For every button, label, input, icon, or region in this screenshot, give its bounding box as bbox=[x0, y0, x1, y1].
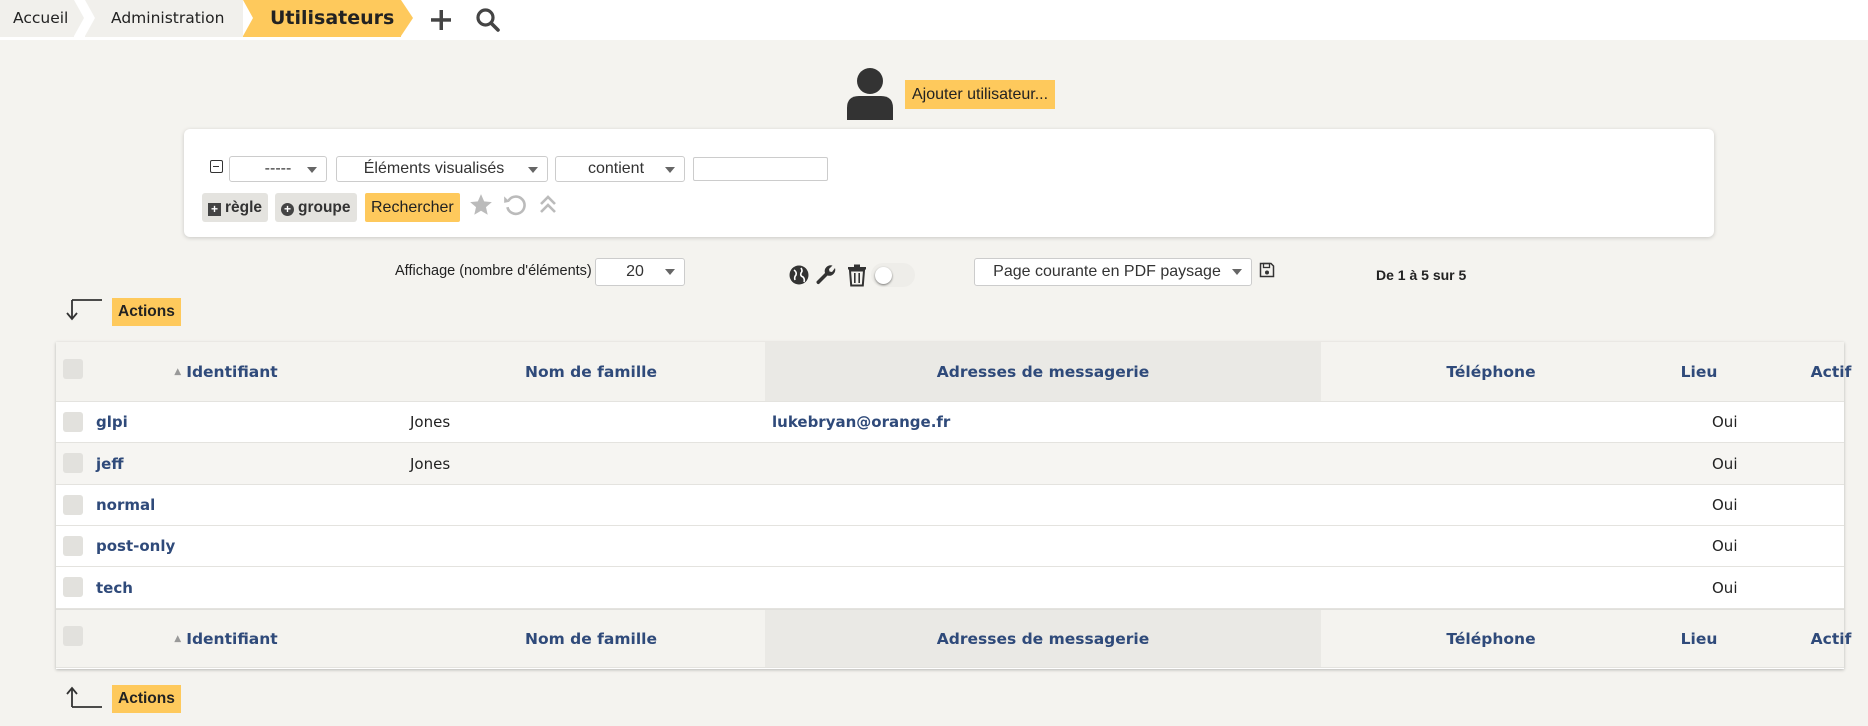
footer-header-email[interactable]: Adresses de messagerie bbox=[765, 610, 1321, 667]
row-checkbox[interactable] bbox=[63, 495, 83, 515]
globe-icon[interactable] bbox=[788, 264, 810, 286]
select-all-checkbox[interactable] bbox=[63, 359, 83, 379]
cell-active: Oui bbox=[1712, 454, 1738, 473]
cell-active: Oui bbox=[1712, 413, 1738, 431]
search-value-input[interactable] bbox=[693, 157, 828, 181]
footer-header-email-label: Adresses de messagerie bbox=[936, 629, 1150, 648]
column-header-lastname[interactable]: Nom de famille bbox=[466, 342, 716, 401]
cell-active: Oui bbox=[1712, 537, 1738, 555]
field-select[interactable]: ----- bbox=[229, 156, 327, 182]
save-icon[interactable] bbox=[1259, 262, 1275, 278]
column-header-phone-label: Téléphone bbox=[1446, 362, 1536, 381]
column-header-active[interactable]: Actif bbox=[1746, 342, 1868, 401]
footer-header-login-label: Identifiant bbox=[186, 629, 278, 648]
display-count-value: 20 bbox=[626, 263, 644, 280]
column-header-lastname-label: Nom de famille bbox=[525, 362, 657, 381]
row-checkbox[interactable] bbox=[63, 536, 83, 556]
breadcrumb: Accueil Administration Utilisateurs bbox=[0, 0, 1868, 40]
column-header-login-label: Identifiant bbox=[186, 362, 278, 381]
breadcrumb-home[interactable]: Accueil bbox=[0, 0, 84, 37]
pagination-info: De 1 à 5 sur 5 bbox=[1376, 267, 1467, 283]
column-header-email[interactable]: Adresses de messagerie bbox=[765, 342, 1321, 401]
table-row: normal Oui bbox=[56, 485, 1844, 526]
breadcrumb-home-label: Accueil bbox=[13, 9, 69, 27]
search-icon[interactable] bbox=[474, 6, 502, 34]
breadcrumb-users[interactable]: Utilisateurs bbox=[243, 0, 413, 37]
footer-header-location-label: Lieu bbox=[1680, 629, 1718, 648]
table-row: jeff Jones Oui bbox=[56, 443, 1844, 485]
item-select[interactable]: Éléments visualisés bbox=[336, 156, 548, 182]
add-rule-button[interactable]: + règle bbox=[202, 193, 269, 222]
cell-active: Oui bbox=[1712, 578, 1738, 597]
double-chevron-up-icon[interactable] bbox=[538, 193, 558, 217]
breadcrumb-administration[interactable]: Administration bbox=[85, 0, 253, 37]
wrench-icon[interactable] bbox=[814, 263, 838, 287]
column-header-email-label: Adresses de messagerie bbox=[936, 362, 1150, 381]
footer-header-phone[interactable]: Téléphone bbox=[1321, 610, 1661, 667]
footer-header-login[interactable]: ▲ Identifiant bbox=[106, 610, 346, 667]
display-count-label: Affichage (nombre d'éléments) bbox=[395, 263, 592, 279]
star-icon[interactable] bbox=[468, 192, 494, 218]
trash-icon[interactable] bbox=[846, 263, 868, 287]
table-header: ▲ Identifiant Nom de famille Adresses de … bbox=[56, 342, 1851, 402]
cell-login[interactable]: glpi bbox=[96, 413, 128, 431]
row-checkbox[interactable] bbox=[63, 453, 83, 473]
cell-login[interactable]: tech bbox=[96, 579, 133, 597]
row-checkbox[interactable] bbox=[63, 577, 83, 597]
table-row: glpi Jones lukebryan@orange.fr Oui bbox=[56, 402, 1844, 443]
arrow-down-left-icon bbox=[66, 299, 102, 321]
operator-select[interactable]: contient bbox=[555, 156, 685, 182]
cell-login[interactable]: jeff bbox=[96, 455, 123, 473]
footer-header-lastname-label: Nom de famille bbox=[525, 629, 657, 648]
footer-header-phone-label: Téléphone bbox=[1446, 629, 1536, 648]
arrow-up-left-icon bbox=[66, 686, 102, 708]
table-row: tech Oui bbox=[56, 567, 1844, 609]
plus-icon[interactable] bbox=[427, 6, 455, 34]
column-header-phone[interactable]: Téléphone bbox=[1321, 342, 1661, 401]
actions-button-bottom[interactable]: Actions bbox=[112, 685, 181, 713]
add-group-label: groupe bbox=[298, 199, 351, 216]
add-user-button[interactable]: Ajouter utilisateur... bbox=[905, 80, 1056, 109]
sort-asc-icon: ▲ bbox=[174, 366, 182, 377]
cell-active: Oui bbox=[1712, 496, 1738, 514]
search-button[interactable]: Rechercher bbox=[365, 193, 460, 222]
add-rule-label: règle bbox=[225, 199, 263, 216]
cell-login[interactable]: normal bbox=[96, 496, 155, 514]
display-count-select[interactable]: 20 bbox=[595, 258, 685, 286]
actions-button-top[interactable]: Actions bbox=[112, 298, 181, 326]
column-header-login[interactable]: ▲ Identifiant bbox=[106, 342, 346, 401]
cell-email[interactable]: lukebryan@orange.fr bbox=[772, 413, 950, 431]
plus-square-icon: + bbox=[208, 203, 221, 216]
export-format-value: Page courante en PDF paysage bbox=[993, 263, 1221, 280]
users-table: ▲ Identifiant Nom de famille Adresses de … bbox=[56, 342, 1851, 669]
cell-lastname: Jones bbox=[410, 454, 451, 473]
select-all-checkbox-footer[interactable] bbox=[63, 626, 83, 646]
remove-criterion-icon[interactable] bbox=[210, 160, 223, 173]
row-checkbox[interactable] bbox=[63, 412, 83, 432]
undo-icon[interactable] bbox=[502, 192, 528, 218]
footer-header-lastname[interactable]: Nom de famille bbox=[466, 610, 716, 667]
field-select-value: ----- bbox=[264, 160, 292, 177]
export-format-select[interactable]: Page courante en PDF paysage bbox=[974, 258, 1252, 286]
sort-asc-icon: ▲ bbox=[174, 633, 182, 644]
search-criteria-panel: ----- Éléments visualisés contient + règl… bbox=[184, 129, 1714, 237]
breadcrumb-users-label: Utilisateurs bbox=[270, 7, 395, 29]
breadcrumb-administration-label: Administration bbox=[111, 9, 225, 27]
cell-login[interactable]: post-only bbox=[96, 537, 175, 555]
add-group-button[interactable]: + groupe bbox=[275, 193, 357, 222]
footer-header-active[interactable]: Actif bbox=[1746, 610, 1868, 667]
plus-circle-icon: + bbox=[281, 203, 294, 216]
footer-header-active-label: Actif bbox=[1810, 629, 1852, 648]
column-header-location-label: Lieu bbox=[1680, 362, 1718, 381]
user-icon bbox=[847, 68, 893, 120]
cell-lastname: Jones bbox=[410, 413, 451, 431]
table-footer: ▲ Identifiant Nom de famille Adresses de … bbox=[56, 609, 1851, 668]
operator-select-value: contient bbox=[587, 160, 645, 177]
column-header-active-label: Actif bbox=[1810, 362, 1852, 381]
item-select-value: Éléments visualisés bbox=[363, 160, 505, 177]
trash-toggle[interactable] bbox=[871, 263, 915, 287]
table-row: post-only Oui bbox=[56, 526, 1844, 567]
